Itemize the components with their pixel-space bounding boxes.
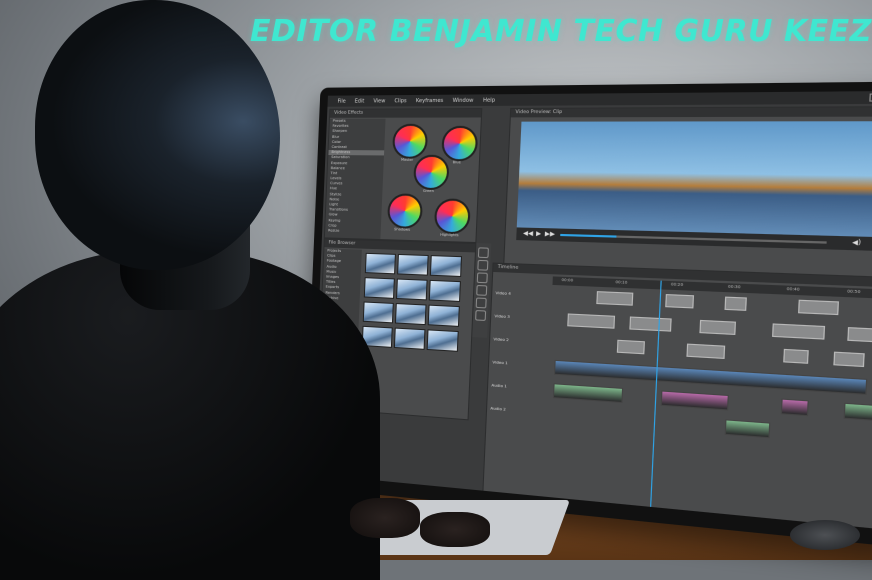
video-clip[interactable] — [772, 323, 826, 340]
color-wheel-label: Highlights — [440, 232, 459, 238]
menu-help[interactable]: Help — [483, 97, 495, 103]
playback-controls: ◀◀ ▶ ▶▶ ◀) — [516, 227, 872, 252]
audio-clip[interactable] — [724, 419, 771, 439]
color-wheel-shadows[interactable] — [386, 193, 424, 229]
preview-video: ◀◀ ▶ ▶▶ ◀) — [516, 121, 872, 252]
slip-tool-icon[interactable] — [476, 272, 488, 284]
video-clip[interactable] — [833, 351, 865, 368]
effects-list-item[interactable]: Resize — [325, 228, 381, 235]
playback-progress[interactable] — [560, 233, 827, 244]
video-clip[interactable] — [665, 294, 695, 309]
media-thumbnail[interactable] — [428, 279, 461, 302]
track-label: Video 3 — [494, 313, 510, 320]
track-label: Video 1 — [492, 359, 508, 366]
playback-progress-fill — [560, 233, 616, 238]
audio-clip[interactable] — [660, 390, 729, 411]
video-clip[interactable] — [686, 343, 726, 359]
rewind-icon[interactable]: ◀◀ — [523, 230, 533, 238]
audio-clip[interactable] — [552, 383, 624, 404]
text-tool-icon[interactable] — [475, 310, 487, 321]
ruler-tick-label: 00:20 — [670, 282, 684, 288]
track-label: Audio 1 — [491, 382, 507, 389]
color-wheel-label: Green — [422, 188, 434, 194]
track-label: Audio 2 — [490, 405, 506, 412]
menu-keyframes[interactable]: Keyframes — [416, 97, 444, 103]
color-wheel-green[interactable] — [413, 154, 450, 191]
preview-title: Video Preview: Clip — [510, 107, 872, 118]
ruler-tick-label: 00:10 — [615, 279, 628, 285]
media-thumbnail[interactable] — [396, 278, 428, 301]
video-clip[interactable] — [724, 296, 747, 311]
media-thumbnail[interactable] — [364, 252, 396, 275]
media-thumbnail[interactable] — [363, 277, 395, 299]
color-wheel-master[interactable] — [391, 123, 429, 159]
video-clip[interactable] — [616, 339, 645, 355]
track-label: Video 4 — [495, 289, 511, 296]
video-clip[interactable] — [798, 299, 840, 316]
video-clip[interactable] — [629, 316, 672, 332]
effects-panel-title: Video Effects — [329, 109, 482, 118]
audio-clip[interactable] — [843, 402, 872, 422]
media-thumbnail[interactable] — [429, 255, 463, 277]
effects-panel: Video Effects Presets Favorites Sharpen … — [323, 108, 483, 244]
zoom-tool-icon[interactable] — [475, 297, 487, 309]
desk-object — [790, 520, 860, 550]
menu-file[interactable]: File — [337, 98, 346, 104]
color-wheel-label: Shadows — [394, 227, 411, 232]
ruler-tick-label: 00:30 — [727, 284, 741, 290]
editor-screen: File Edit View Clips Keyframes Window He… — [311, 90, 872, 530]
person-head — [35, 0, 280, 270]
media-thumbnail[interactable] — [393, 327, 426, 350]
color-wheel-blue[interactable] — [441, 125, 479, 162]
video-clip[interactable] — [567, 313, 616, 329]
media-thumbnail[interactable] — [397, 253, 429, 276]
video-clip[interactable] — [596, 291, 634, 306]
media-thumbnail[interactable] — [394, 303, 427, 326]
menu-view[interactable]: View — [373, 98, 385, 104]
menu-window[interactable]: Window — [453, 97, 474, 103]
razor-tool-icon[interactable] — [477, 259, 489, 271]
monitor: File Edit View Clips Keyframes Window He… — [303, 81, 872, 548]
media-thumbnail[interactable] — [426, 329, 459, 352]
video-clip[interactable] — [847, 327, 872, 343]
color-wheel-highlights[interactable] — [433, 198, 471, 235]
track-label: Video 2 — [493, 336, 509, 343]
headline-text: EDITOR BENJAMIN TECH GURU KEEZY — [250, 14, 872, 49]
menu-edit[interactable]: Edit — [355, 98, 365, 104]
menu-clips[interactable]: Clips — [394, 98, 407, 104]
video-clip[interactable] — [783, 348, 809, 364]
person-hand-right — [420, 512, 490, 547]
media-thumbnail[interactable] — [427, 304, 460, 327]
hand-tool-icon[interactable] — [476, 284, 488, 296]
effects-list: Presets Favorites Sharpen Blur Color Con… — [324, 118, 386, 240]
timeline-panel: Timeline 00:00 00:10 00:20 00:30 00:40 00:50 … — [482, 262, 872, 530]
tool-strip — [472, 243, 492, 338]
ruler-tick-label: 00:50 — [847, 289, 861, 295]
media-thumbnail[interactable] — [362, 301, 394, 324]
ruler-tick-label: 00:40 — [786, 286, 800, 292]
volume-icon[interactable]: ◀) — [852, 239, 861, 247]
video-clip[interactable] — [699, 319, 737, 336]
play-icon[interactable]: ▶ — [536, 230, 541, 238]
forward-icon[interactable]: ▶▶ — [545, 230, 556, 238]
menu-bar: File Edit View Clips Keyframes Window He… — [327, 90, 872, 107]
audio-clip[interactable] — [780, 398, 809, 417]
person-hand-left — [350, 498, 420, 538]
select-tool-icon[interactable] — [477, 247, 489, 259]
playhead[interactable] — [649, 280, 662, 511]
ruler-tick-label: 00:00 — [561, 277, 574, 283]
